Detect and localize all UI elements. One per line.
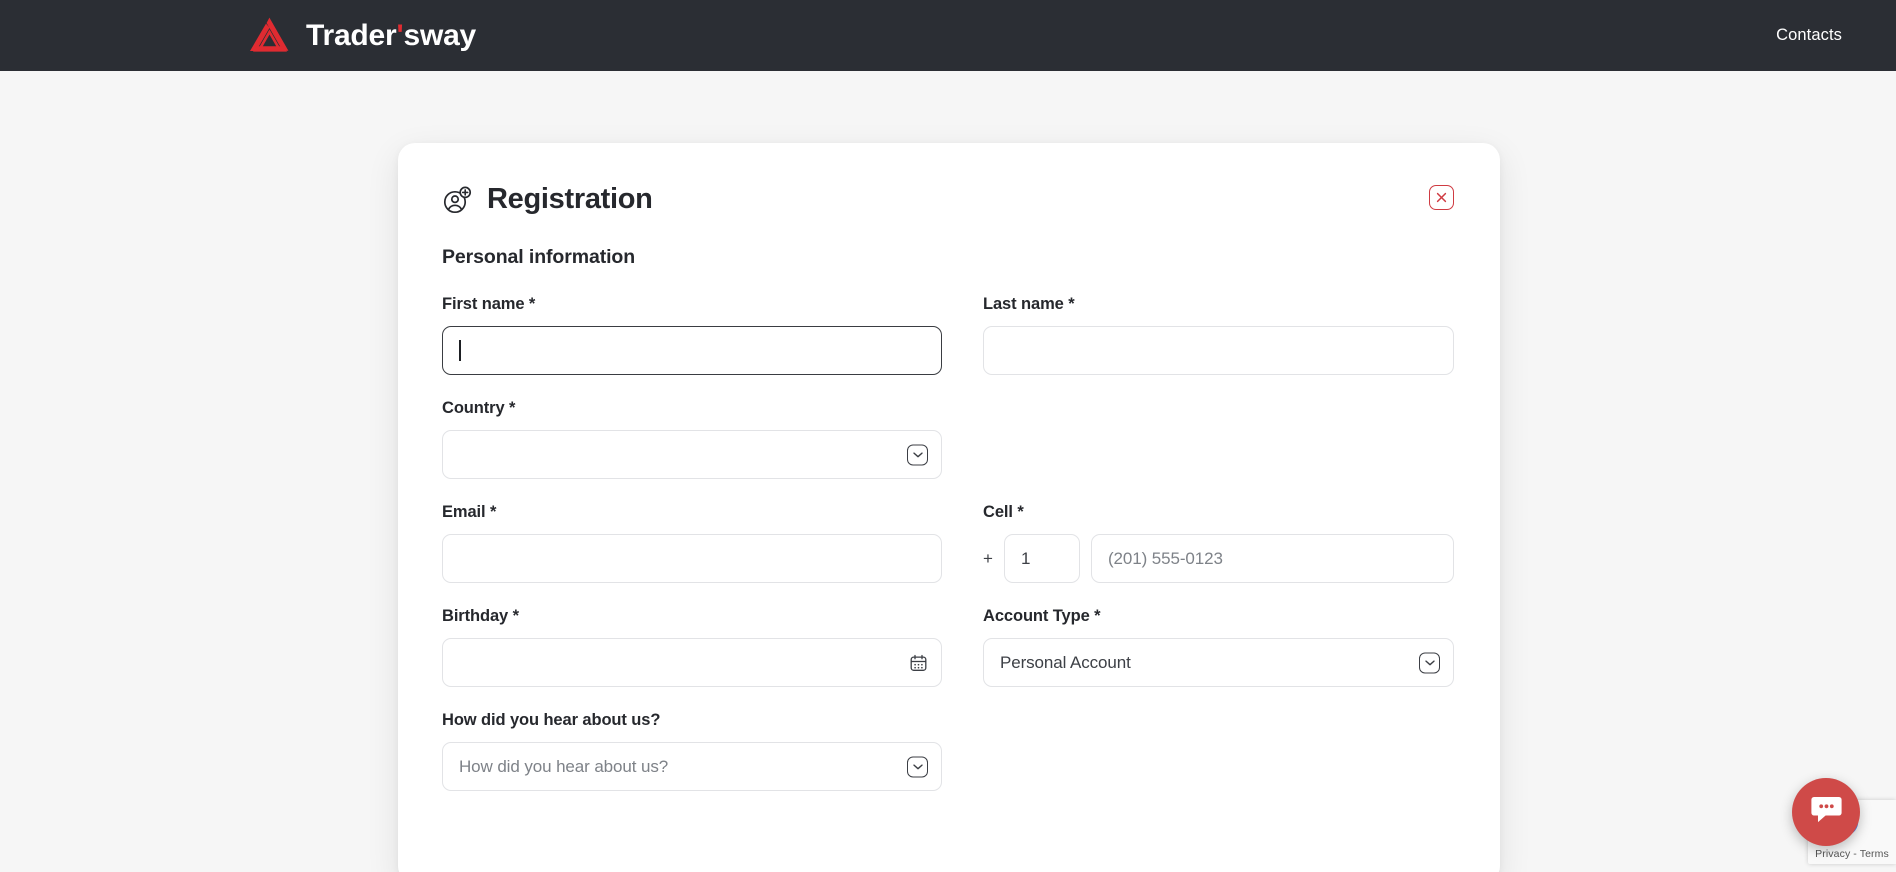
field-cell: Cell * + 1 (201) 555-0123 xyxy=(983,503,1454,583)
label-referral: How did you hear about us? xyxy=(442,711,661,729)
brand-name: Trader'sway xyxy=(306,19,476,53)
text-caret xyxy=(459,340,461,361)
registration-modal: Registration Personal information First … xyxy=(398,143,1500,872)
page-title: Registration xyxy=(487,183,653,215)
account-type-select[interactable]: Personal Account xyxy=(983,638,1454,687)
label-birthday: Birthday * xyxy=(442,607,519,625)
calendar-icon[interactable] xyxy=(909,653,928,672)
close-button[interactable] xyxy=(1429,185,1454,210)
chat-button[interactable] xyxy=(1792,778,1860,846)
label-last-name: Last name * xyxy=(983,295,1075,313)
section-title-personal-information: Personal information xyxy=(442,246,636,268)
modal-title-row: Registration xyxy=(442,183,653,216)
account-type-value: Personal Account xyxy=(1000,652,1131,672)
label-email: Email * xyxy=(442,503,497,521)
cell-row: + 1 (201) 555-0123 xyxy=(983,534,1454,583)
label-country: Country * xyxy=(442,399,516,417)
email-input[interactable] xyxy=(442,534,942,583)
referral-select[interactable]: How did you hear about us? xyxy=(442,742,942,791)
referral-placeholder: How did you hear about us? xyxy=(459,756,669,776)
page-canvas: Registration Personal information First … xyxy=(0,71,1896,872)
field-last-name: Last name * xyxy=(983,295,1454,375)
grid-spacer-referral xyxy=(983,711,1454,815)
grid-spacer-country xyxy=(983,399,1454,503)
brand-logo-link[interactable]: Trader'sway xyxy=(247,15,476,57)
phone-number-placeholder: (201) 555-0123 xyxy=(1108,548,1223,568)
field-referral: How did you hear about us? How did you h… xyxy=(442,711,942,791)
phone-country-code-value: 1 xyxy=(1021,548,1031,568)
phone-number-input[interactable]: (201) 555-0123 xyxy=(1091,534,1454,583)
field-birthday: Birthday * xyxy=(442,607,942,687)
chevron-down-icon[interactable] xyxy=(907,444,928,465)
field-email: Email * xyxy=(442,503,942,583)
recaptcha-privacy-terms[interactable]: Privacy - Terms xyxy=(1808,848,1896,860)
chevron-down-icon[interactable] xyxy=(1419,652,1440,673)
field-country: Country * xyxy=(442,399,942,479)
user-plus-icon xyxy=(442,185,472,215)
phone-plus-symbol: + xyxy=(983,548,993,568)
birthday-input[interactable] xyxy=(442,638,942,687)
last-name-input[interactable] xyxy=(983,326,1454,375)
field-first-name: First name * xyxy=(442,295,942,375)
first-name-input[interactable] xyxy=(442,326,942,375)
brand-name-suffix: sway xyxy=(403,18,477,52)
modal-header: Registration xyxy=(442,183,1454,216)
brand-name-prefix: Trader xyxy=(306,18,397,52)
chat-bubble-icon xyxy=(1810,794,1843,830)
chevron-down-icon[interactable] xyxy=(907,756,928,777)
registration-form: First name * Last name * Country * Email… xyxy=(442,295,1454,815)
country-select[interactable] xyxy=(442,430,942,479)
triangle-logo-icon xyxy=(247,15,293,57)
header-nav: Contacts xyxy=(1776,26,1842,45)
nav-contacts[interactable]: Contacts xyxy=(1776,26,1842,45)
site-header: Trader'sway Contacts xyxy=(0,0,1896,71)
label-cell: Cell * xyxy=(983,503,1024,521)
phone-country-code-input[interactable]: 1 xyxy=(1004,534,1080,583)
label-account-type: Account Type * xyxy=(983,607,1101,625)
label-first-name: First name * xyxy=(442,295,536,313)
close-icon xyxy=(1436,192,1447,203)
field-account-type: Account Type * Personal Account xyxy=(983,607,1454,687)
